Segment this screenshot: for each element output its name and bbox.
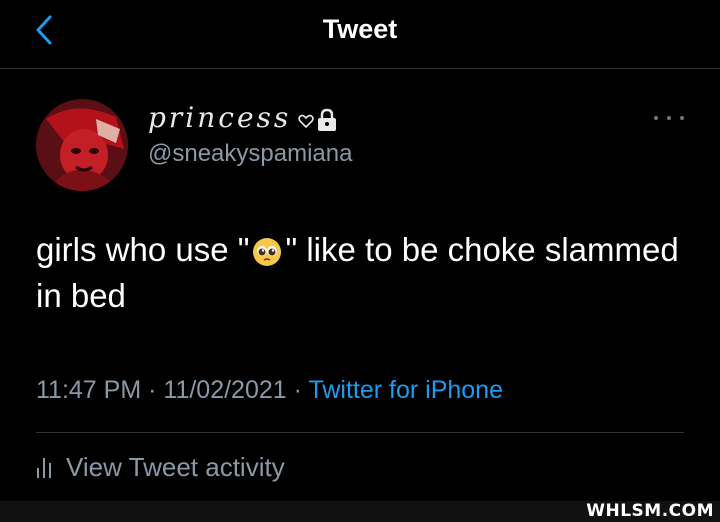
view-tweet-activity-button[interactable]: View Tweet activity (36, 452, 285, 483)
divider (36, 432, 684, 433)
pleading-face-emoji (253, 238, 282, 266)
tweet-timestamp[interactable]: 11:47 PM (36, 376, 141, 404)
lock-icon (318, 108, 336, 131)
tweet-text-part-1: girls who use " (36, 231, 250, 268)
tweet-date[interactable]: 11/02/2021 (163, 376, 286, 404)
dot (667, 116, 671, 120)
tweet-source-link[interactable]: Twitter for iPhone (308, 376, 503, 404)
watermark: WHLSM.COM (586, 501, 714, 521)
page-title: Tweet (322, 14, 398, 44)
top-nav-bar: Tweet (0, 0, 720, 69)
dot (654, 116, 658, 120)
author-handle[interactable]: @sneakyspamiana (148, 140, 352, 168)
author-display-name[interactable]: princess (148, 101, 291, 134)
tweet-text: girls who use " " like to be choke slamm… (36, 227, 686, 319)
dot (680, 116, 684, 120)
meta-separator: · (148, 376, 157, 404)
tweet-meta: 11:47 PM · 11/02/2021 · Twitter for iPho… (36, 376, 503, 405)
activity-bars-icon (37, 458, 51, 478)
meta-separator: · (293, 376, 302, 404)
avatar[interactable] (36, 99, 128, 191)
heart-icon (298, 114, 314, 129)
view-tweet-activity-label: View Tweet activity (66, 452, 285, 482)
more-options-button[interactable] (654, 110, 684, 126)
